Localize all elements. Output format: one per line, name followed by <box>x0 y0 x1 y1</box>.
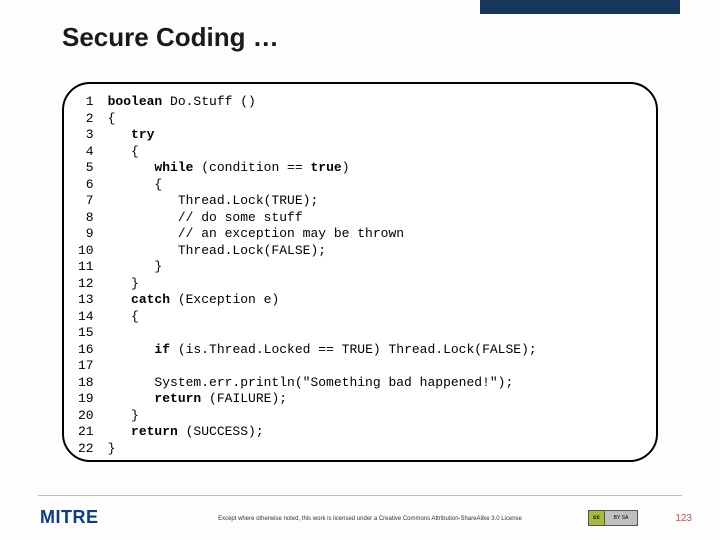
license-text: Except where otherwise noted, this work … <box>200 516 540 522</box>
cc-badge: cc BY SA <box>588 510 638 526</box>
accent-bar <box>480 0 680 14</box>
footer-rule <box>38 495 682 496</box>
line-number-gutter: 1 2 3 4 5 6 7 8 9 10 11 12 13 14 15 16 1… <box>78 94 108 457</box>
cc-terms: BY SA <box>605 511 637 525</box>
cc-icon: cc <box>589 511 605 525</box>
page-number: 123 <box>675 513 692 524</box>
code-card: 1 2 3 4 5 6 7 8 9 10 11 12 13 14 15 16 1… <box>62 82 658 462</box>
code-body: boolean Do.Stuff () { try { while (condi… <box>108 94 537 457</box>
code-block: 1 2 3 4 5 6 7 8 9 10 11 12 13 14 15 16 1… <box>64 84 656 462</box>
slide-title: Secure Coding … <box>62 22 279 53</box>
org-logo: MITRE <box>40 507 99 528</box>
